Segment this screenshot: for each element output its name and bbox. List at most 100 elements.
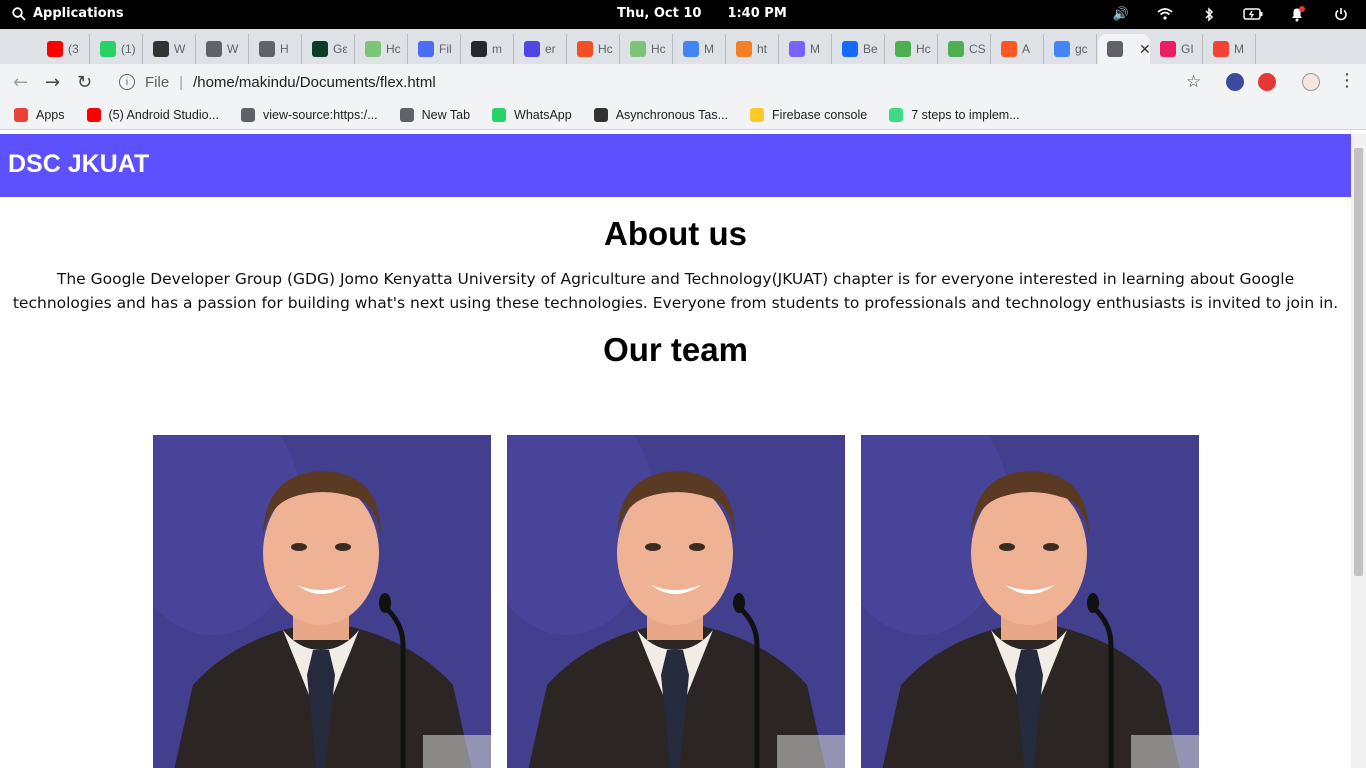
bookmark-item[interactable]: New Tab: [399, 107, 470, 122]
team-member-photo: [860, 435, 1199, 768]
bookmark-label: WhatsApp: [514, 107, 572, 122]
team-heading: Our team: [603, 331, 748, 368]
page-scrollbar[interactable]: [1351, 134, 1366, 768]
page-viewport: DSC JKUAT About us The Google Developer …: [0, 134, 1351, 768]
tab-label: GI: [1181, 42, 1194, 56]
tab-12[interactable]: M: [674, 34, 726, 64]
power-icon[interactable]: [1330, 6, 1352, 22]
tab-1[interactable]: (1): [91, 34, 143, 64]
firebase-icon: [750, 107, 765, 122]
tab-label: Hc: [598, 42, 613, 56]
site-icon: [683, 41, 699, 57]
close-tab-icon[interactable]: ✕: [1139, 41, 1150, 58]
applications-menu[interactable]: Applications: [12, 6, 124, 21]
tab-label: M: [810, 42, 820, 56]
site-icon: [630, 41, 646, 57]
tab-label: M: [1234, 42, 1244, 56]
tab-5[interactable]: Gε: [303, 34, 355, 64]
applications-label: Applications: [33, 6, 124, 21]
tab-9[interactable]: er: [515, 34, 567, 64]
tab-6[interactable]: Hc: [356, 34, 408, 64]
adblock-icon[interactable]: [1258, 73, 1276, 91]
tab-8[interactable]: m: [462, 34, 514, 64]
tab-13[interactable]: ht: [727, 34, 779, 64]
bluetooth-icon[interactable]: [1198, 6, 1220, 22]
site-brand[interactable]: DSC JKUAT: [8, 150, 149, 178]
github-icon: [471, 41, 487, 57]
site-icon: [789, 41, 805, 57]
site-icon: [153, 41, 169, 57]
w3-icon: [895, 41, 911, 57]
back-button[interactable]: ←: [13, 72, 28, 93]
bookmark-label: view-source:https:/...: [262, 107, 378, 122]
team-member-photo: [506, 435, 845, 768]
tab-label: er: [545, 42, 556, 56]
windows-icon: [577, 41, 593, 57]
tab-16[interactable]: Hc: [886, 34, 938, 64]
address-bar[interactable]: i File | /home/makindu/Documents/flex.ht…: [106, 66, 1216, 98]
tab-22[interactable]: M: [1204, 34, 1256, 64]
volume-icon[interactable]: 🔊: [1110, 6, 1132, 22]
bookmark-item[interactable]: Apps: [14, 107, 65, 122]
tab-label: (1): [121, 42, 136, 56]
system-tray[interactable]: 🔊: [1110, 6, 1352, 22]
tab-15[interactable]: Be: [833, 34, 885, 64]
extension-icon[interactable]: [1226, 73, 1244, 91]
tab-7[interactable]: Fil: [409, 34, 461, 64]
tab-label: Gε: [333, 42, 348, 56]
bookmark-star-icon[interactable]: ☆: [1186, 72, 1201, 92]
bookmark-item[interactable]: (5) Android Studio...: [86, 107, 219, 122]
date-text: Thu, Oct 10: [617, 6, 702, 21]
globe-icon: [206, 41, 222, 57]
clock[interactable]: Thu, Oct 10 1:40 PM: [617, 6, 787, 21]
url-text[interactable]: /home/makindu/Documents/flex.html: [193, 74, 436, 91]
globe-icon: [259, 41, 275, 57]
tab-20[interactable]: ✕: [1098, 34, 1150, 64]
tab-10[interactable]: Hc: [568, 34, 620, 64]
wifi-icon[interactable]: [1154, 6, 1176, 22]
tab-21[interactable]: GI: [1151, 34, 1203, 64]
tab-11[interactable]: Hc: [621, 34, 673, 64]
site-icon: [1213, 41, 1229, 57]
omnibox-divider: |: [179, 73, 184, 91]
tab-17[interactable]: CS: [939, 34, 991, 64]
profile-avatar[interactable]: [1302, 73, 1320, 91]
tab-label: ht: [757, 42, 768, 56]
tab-strip: ✕ (3(1)WWHGεHcFilmerHcHcMhtMBeHcCSAgc✕GI…: [0, 29, 1366, 88]
browser-menu-icon[interactable]: ⋮: [1338, 70, 1356, 91]
tab-2[interactable]: W: [144, 34, 196, 64]
scrollbar-thumb[interactable]: [1354, 148, 1363, 576]
forward-button[interactable]: →: [45, 72, 60, 93]
w3-icon: [948, 41, 964, 57]
notification-bell-icon[interactable]: [1286, 6, 1308, 22]
tab-18[interactable]: A: [992, 34, 1044, 64]
whatsapp-icon: [492, 107, 507, 122]
django-icon: [312, 41, 328, 57]
tab-14[interactable]: M: [780, 34, 832, 64]
site-icon: [593, 107, 608, 122]
battery-icon[interactable]: [1242, 6, 1264, 22]
bookmark-item[interactable]: view-source:https:/...: [240, 107, 378, 122]
bookmark-item[interactable]: Asynchronous Tas...: [593, 107, 728, 122]
reload-button[interactable]: ↻: [77, 72, 92, 93]
tab-label: m: [492, 42, 502, 56]
bookmark-item[interactable]: 7 steps to implem...: [889, 107, 1020, 122]
tab-label: M: [704, 42, 714, 56]
site-icon: [1160, 41, 1176, 57]
search-icon: [12, 6, 26, 21]
bookmark-label: (5) Android Studio...: [108, 107, 219, 122]
bookmark-item[interactable]: Firebase console: [750, 107, 867, 122]
tab-3[interactable]: W: [197, 34, 249, 64]
youtube-icon: [47, 41, 63, 57]
bookmark-item[interactable]: WhatsApp: [492, 107, 572, 122]
info-icon[interactable]: i: [119, 74, 135, 90]
globe-icon: [399, 107, 414, 122]
tab-0[interactable]: (3: [38, 34, 90, 64]
tab-label: H: [280, 42, 289, 56]
tab-label: Hc: [386, 42, 401, 56]
flag-icon: [418, 41, 434, 57]
tab-4[interactable]: H: [250, 34, 302, 64]
stack-icon: [736, 41, 752, 57]
youtube-icon: [86, 107, 101, 122]
tab-19[interactable]: gc: [1045, 34, 1097, 64]
